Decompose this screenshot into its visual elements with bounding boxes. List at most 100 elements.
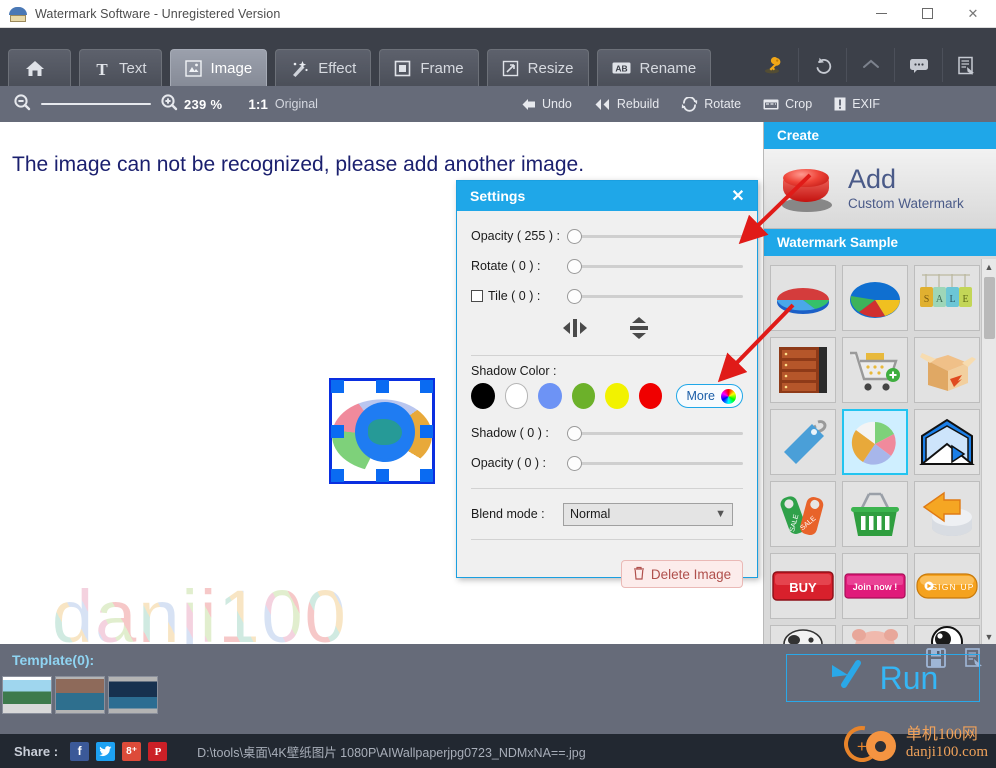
tab-effect-label: Effect xyxy=(318,59,357,77)
pinterest-icon[interactable]: P xyxy=(148,741,168,761)
undo-action[interactable]: Undo xyxy=(522,97,572,111)
tab-effect[interactable]: Effect xyxy=(275,49,372,86)
tab-home[interactable] xyxy=(8,49,71,86)
resize-handle-middle-right[interactable] xyxy=(420,425,433,438)
swatch-white[interactable] xyxy=(504,383,529,409)
tab-rename[interactable]: AB Rename xyxy=(596,49,712,86)
swatch-green[interactable] xyxy=(571,383,596,409)
shadow-color-swatches: More xyxy=(471,383,743,409)
chevron-down-icon[interactable]: ▼ xyxy=(982,629,996,644)
effect-icon xyxy=(290,60,309,77)
blend-mode-select[interactable]: Normal ▼ xyxy=(563,502,733,526)
flip-vertical-button[interactable] xyxy=(622,316,656,343)
redo-button[interactable] xyxy=(846,48,894,82)
rotate-row: Rotate ( 0 ) : xyxy=(471,251,743,281)
sample-scrollbar[interactable]: ▲ ▼ xyxy=(981,259,996,644)
text-watermark[interactable]: danji100 xyxy=(52,574,348,644)
sample-basket[interactable] xyxy=(842,481,908,547)
app-window: Watermark Software - Unregistered Versio… xyxy=(0,0,996,768)
opacity-slider[interactable] xyxy=(567,228,743,244)
twitter-icon[interactable] xyxy=(96,741,116,761)
tab-resize[interactable]: Resize xyxy=(486,49,589,86)
sample-join-button[interactable]: Join now ! xyxy=(842,553,908,619)
template-thumb-lake[interactable] xyxy=(55,676,105,714)
minimize-icon xyxy=(875,13,887,14)
tile-checkbox[interactable] xyxy=(471,290,483,302)
red-push-button-icon xyxy=(778,166,834,212)
minimize-button[interactable] xyxy=(858,0,904,28)
tab-frame[interactable]: Frame xyxy=(379,49,479,86)
key-button[interactable] xyxy=(750,48,798,82)
scrollbar-thumb[interactable] xyxy=(984,277,995,339)
flip-horizontal-button[interactable] xyxy=(558,317,592,343)
resize-handle-bottom-center[interactable] xyxy=(376,469,389,482)
shadow-slider[interactable] xyxy=(567,425,743,441)
resize-icon xyxy=(502,60,519,77)
resize-handle-bottom-left[interactable] xyxy=(331,469,344,482)
register-button[interactable] xyxy=(942,48,990,82)
sample-server-rack[interactable] xyxy=(770,337,836,403)
zoom-action-bar: 239 % 1:1 Original Undo Rebuild Rotate C… xyxy=(0,86,996,122)
sample-buy-button[interactable]: BUY xyxy=(770,553,836,619)
tab-image[interactable]: Image xyxy=(169,49,268,86)
sample-blue-tag[interactable] xyxy=(770,409,836,475)
swatch-yellow[interactable] xyxy=(605,383,629,409)
swatch-red[interactable] xyxy=(638,383,663,409)
settings-dialog[interactable]: Settings ✕ Opacity ( 255 ) : Rotate ( 0 … xyxy=(456,180,758,588)
delete-image-button[interactable]: Delete Image xyxy=(621,560,743,588)
sample-pie-chart-color[interactable] xyxy=(842,409,908,475)
close-button[interactable]: ✕ xyxy=(950,0,996,28)
pie-chart-globe-watermark[interactable] xyxy=(329,378,435,484)
rotate-action[interactable]: Rotate xyxy=(681,96,741,112)
svg-text:L: L xyxy=(949,294,955,305)
watermark-sample-header: Watermark Sample xyxy=(764,229,996,256)
sample-sale-tags[interactable]: S A L E xyxy=(914,265,980,331)
exif-action[interactable]: EXIF xyxy=(834,97,880,111)
danji-logo-icon: + xyxy=(836,718,900,768)
sample-open-box[interactable] xyxy=(914,337,980,403)
sample-signup-button[interactable]: SIGN UP xyxy=(914,553,980,619)
more-colors-button[interactable]: More xyxy=(676,384,743,408)
svg-text:Join now !: Join now ! xyxy=(853,582,898,592)
undo-button[interactable] xyxy=(798,48,846,82)
tab-text[interactable]: T Text xyxy=(79,49,162,86)
sample-sale-door-tags[interactable]: SALE SALE xyxy=(770,481,836,547)
template-thumb-street[interactable] xyxy=(2,676,52,714)
sample-coins-arrow[interactable] xyxy=(914,481,980,547)
zoom-in-icon[interactable] xyxy=(161,94,178,114)
watermark-app-icon xyxy=(9,5,27,23)
swatch-black[interactable] xyxy=(471,383,495,409)
feedback-button[interactable] xyxy=(894,48,942,82)
sample-pie-3d-blue[interactable] xyxy=(842,265,908,331)
rebuild-action[interactable]: Rebuild xyxy=(594,97,659,111)
rainbow-color-picker-icon xyxy=(719,387,737,405)
crop-action[interactable]: Crop xyxy=(763,97,812,111)
svg-text:P: P xyxy=(154,746,161,757)
shadow-opacity-slider[interactable] xyxy=(567,455,743,471)
resize-handle-top-left[interactable] xyxy=(331,380,344,393)
chevron-up-icon[interactable]: ▲ xyxy=(982,259,996,274)
googleplus-icon[interactable]: 8⁺ xyxy=(122,741,142,761)
flip-buttons xyxy=(471,311,743,353)
swatch-blue[interactable] xyxy=(538,383,562,409)
resize-handle-middle-left[interactable] xyxy=(331,425,344,438)
facebook-icon[interactable]: f xyxy=(70,741,90,761)
original-size-button[interactable]: 1:1 Original xyxy=(248,97,318,112)
settings-dialog-footer: Delete Image xyxy=(471,548,743,588)
close-icon[interactable]: ✕ xyxy=(727,185,749,207)
zoom-slider[interactable] xyxy=(41,103,151,105)
tile-slider[interactable] xyxy=(567,288,743,304)
resize-handle-top-right[interactable] xyxy=(420,380,433,393)
run-button[interactable]: Run xyxy=(786,654,980,702)
rotate-slider[interactable] xyxy=(567,258,743,274)
top-right-toolbar xyxy=(750,48,990,82)
zoom-out-icon[interactable] xyxy=(14,94,31,114)
maximize-button[interactable] xyxy=(904,0,950,28)
resize-handle-bottom-right[interactable] xyxy=(420,469,433,482)
sample-envelope[interactable] xyxy=(914,409,980,475)
resize-handle-top-center[interactable] xyxy=(376,380,389,393)
add-custom-watermark-button[interactable]: Add Custom Watermark xyxy=(764,149,996,229)
template-thumb-night-sea[interactable] xyxy=(108,676,158,714)
sample-shopping-cart[interactable] xyxy=(842,337,908,403)
sample-pie-3d-flat[interactable] xyxy=(770,265,836,331)
